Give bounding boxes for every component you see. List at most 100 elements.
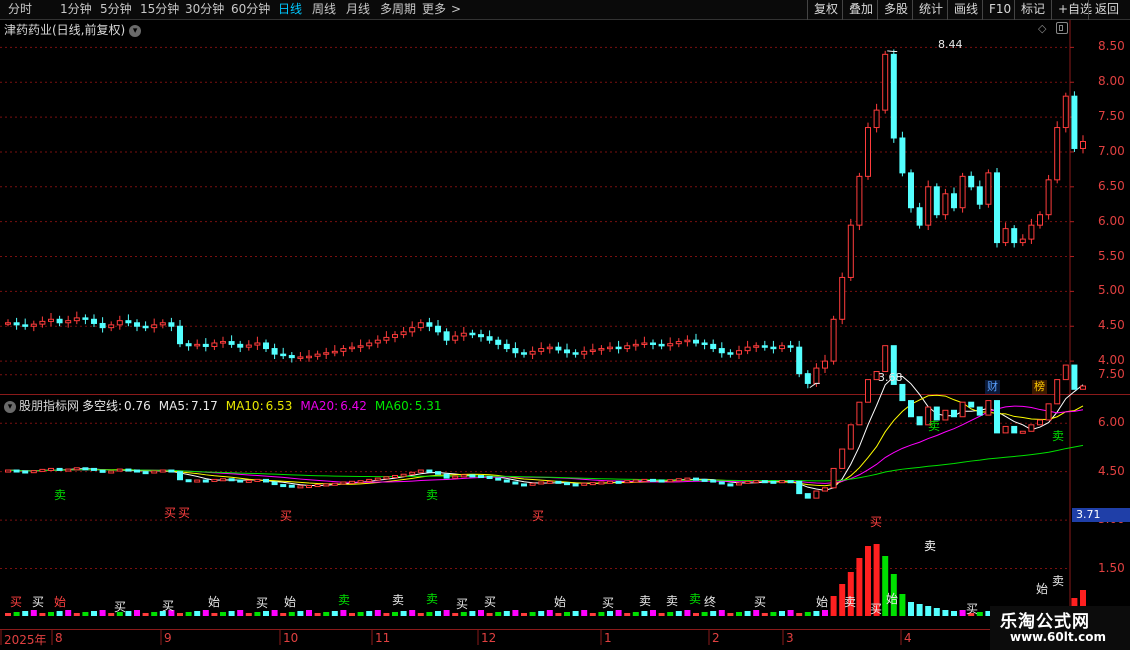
high-price-label: 8.44 (938, 38, 963, 51)
indicator-candle (675, 478, 682, 482)
indicator-candle (271, 481, 278, 486)
chevron-down-icon[interactable]: ▾ (129, 25, 142, 37)
histogram-bar (589, 613, 596, 616)
candle-body (830, 318, 837, 362)
y-tick-label: 6.00 (1098, 213, 1125, 228)
indicator-candle (899, 383, 906, 402)
candle-body (675, 341, 682, 345)
histogram-bar (650, 610, 656, 616)
histogram-bar (804, 612, 811, 616)
histogram-bar (830, 596, 837, 616)
candle-body (529, 350, 536, 355)
histogram-bar (701, 612, 708, 616)
indicator-candle (194, 479, 201, 483)
indicator-candle (503, 479, 510, 483)
histogram-bar (194, 611, 201, 616)
indicator-candle (142, 471, 149, 475)
histogram-bar (383, 613, 390, 616)
indicator-candle (951, 409, 957, 418)
indicator-label-3: MA20: (300, 399, 339, 413)
candle-body (495, 339, 502, 345)
candle-body (331, 350, 338, 354)
date-label: 10 (283, 631, 299, 645)
signal-start: 始 (816, 595, 828, 609)
candle-body (220, 341, 226, 344)
indicator-name: 股朋指标网 (19, 399, 80, 413)
indicator-candle (99, 469, 106, 473)
indicator-candle (48, 467, 54, 471)
window-restore-icon[interactable] (1056, 22, 1068, 34)
histogram-bar (228, 611, 235, 616)
histogram-bar (933, 608, 940, 616)
indicator-candle (116, 468, 123, 472)
signal-buy: 买 (32, 595, 44, 609)
histogram-bar (727, 613, 734, 616)
indicator-candle (417, 469, 424, 473)
histogram-bar (254, 612, 261, 616)
candle-body (151, 324, 158, 329)
candle-body (847, 224, 854, 278)
histogram-bar (624, 613, 631, 616)
candle-body (744, 346, 751, 352)
candle-body (994, 172, 1000, 244)
indicator-candle (220, 478, 226, 482)
signal-sell: 卖 (928, 419, 940, 433)
histogram-bar (202, 610, 209, 616)
indicator-candle (572, 483, 579, 487)
indicator-candle (13, 469, 20, 473)
date-label: 9 (164, 631, 172, 645)
histogram-bar (435, 611, 441, 616)
indicator-candle (22, 470, 29, 474)
candle-body (280, 353, 287, 357)
candle-body (116, 320, 123, 326)
y-tick-label: 8.00 (1098, 74, 1125, 89)
candle-body (607, 346, 613, 350)
chevron-down-icon[interactable]: ▾ (4, 401, 16, 413)
indicator-candle (486, 475, 493, 479)
candle-body (1071, 95, 1078, 149)
indicator-candle (684, 477, 691, 481)
indicator-label-2: MA10: (225, 399, 264, 413)
indicator-candle (1011, 425, 1018, 434)
diamond-icon[interactable]: ◇ (1038, 22, 1046, 35)
candle-body (787, 345, 794, 348)
indicator-candle (701, 478, 708, 482)
candle-body (1054, 127, 1061, 181)
rank-badge[interactable]: 榜 (1032, 380, 1047, 394)
histogram-bar (925, 606, 932, 616)
histogram-bar (546, 610, 553, 616)
indicator-candle (1045, 403, 1052, 421)
candle-body (202, 343, 209, 347)
candle-body (194, 343, 201, 347)
histogram-bar (73, 613, 80, 616)
indicator-candle (658, 479, 665, 483)
finance-badge[interactable]: 财 (985, 380, 1000, 394)
indicator-candle (976, 406, 983, 416)
signal-sell: 卖 (639, 594, 651, 608)
candle-body (736, 350, 742, 355)
candle-body (383, 336, 390, 341)
indicator-candle (1062, 364, 1069, 381)
date-label: 11 (375, 631, 391, 645)
histogram-bar (297, 611, 304, 616)
histogram-bar (684, 610, 691, 616)
histogram-bar (349, 613, 355, 616)
indicator-candle (1019, 430, 1026, 434)
candle-body (779, 345, 785, 350)
histogram-bar (503, 611, 510, 616)
ma5-line (7, 375, 1084, 491)
candle-body (1062, 95, 1069, 129)
candle-body (968, 175, 975, 188)
candle-body (5, 322, 11, 325)
histogram-bar (641, 611, 648, 616)
histogram-bar (744, 611, 751, 616)
main-pane-title[interactable]: 津药药业(日线,前复权) ▾ (4, 21, 142, 38)
signal-buy: 买 (256, 596, 268, 610)
indicator-candle (125, 468, 132, 472)
histogram-bar (323, 612, 330, 616)
candle-body (856, 175, 863, 226)
candle-body (933, 186, 940, 216)
histogram-bar (856, 558, 863, 616)
indicator-candle (39, 468, 46, 472)
histogram-bar (607, 611, 613, 616)
